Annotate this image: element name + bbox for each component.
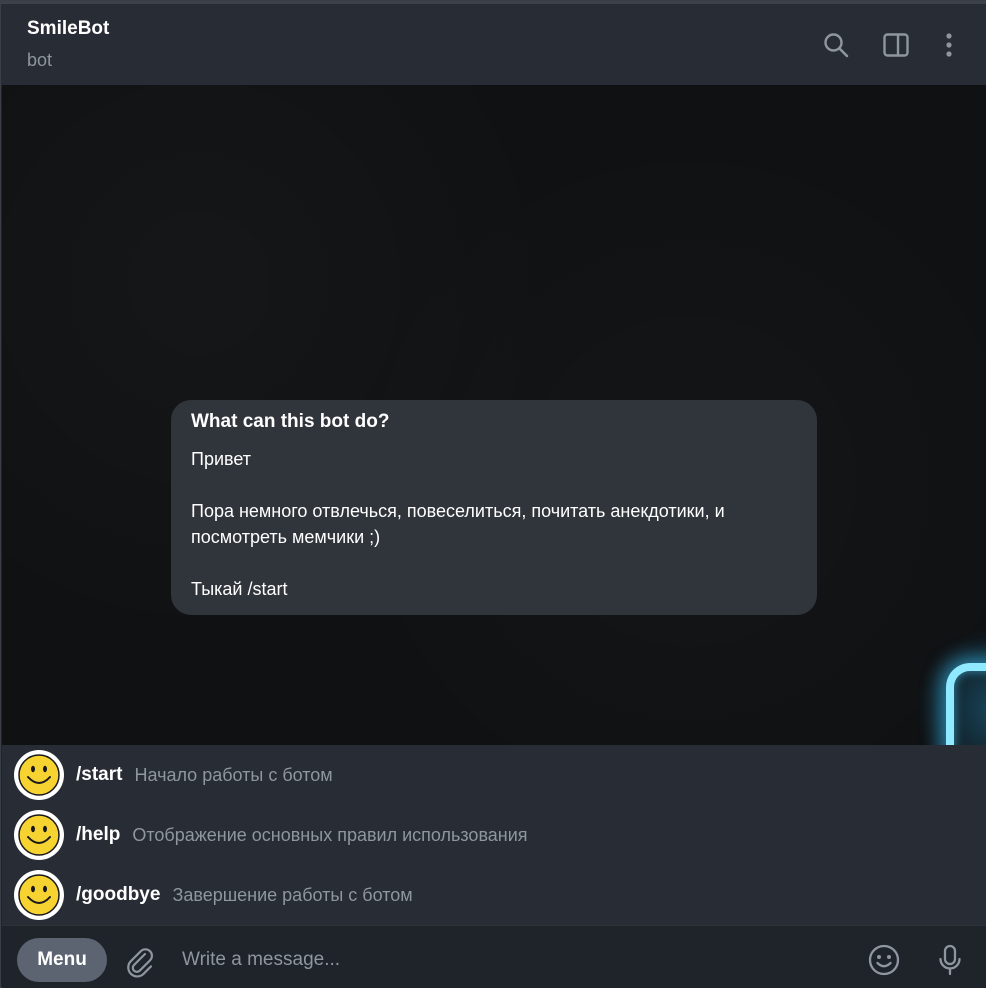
chat-subtitle: bot [27, 50, 53, 70]
bot-info-title: What can this bot do? [191, 411, 390, 432]
bot-menu-button[interactable]: Menu [17, 938, 107, 982]
background-neon-shape [946, 663, 986, 745]
smiley-icon [14, 870, 64, 920]
command-item-start[interactable]: /start Начало работы с ботом [2, 745, 986, 805]
attach-icon[interactable] [120, 942, 160, 982]
command-name: /goodbye [76, 884, 161, 905]
bot-info-bubble: What can this bot do? Привет Пора немног… [171, 400, 817, 615]
more-vertical-icon[interactable] [934, 30, 964, 60]
smiley-icon [14, 810, 64, 860]
search-icon[interactable] [821, 30, 851, 60]
chat-title[interactable]: SmileBot [27, 18, 109, 40]
smiley-icon [14, 750, 64, 800]
command-item-help[interactable]: /help Отображение основных правил исполь… [2, 805, 986, 865]
telegram-window: SmileBot bot What can this bot do? Приве… [0, 0, 986, 988]
microphone-icon[interactable] [930, 940, 970, 980]
bot-commands-list: /start Начало работы с ботом /help Отобр… [2, 745, 986, 925]
command-item-goodbye[interactable]: /goodbye Завершение работы с ботом [2, 865, 986, 925]
chat-area[interactable]: What can this bot do? Привет Пора немног… [2, 85, 986, 745]
chat-header: SmileBot bot [1, 1, 986, 85]
command-description: Завершение работы с ботом [172, 884, 413, 905]
message-input[interactable] [182, 940, 842, 980]
command-description: Отображение основных правил использовани… [132, 824, 528, 845]
command-name: /help [76, 824, 121, 845]
bot-info-text: Привет Пора немного отвлечься, повеселит… [191, 449, 725, 599]
sidebar-toggle-icon[interactable] [881, 30, 911, 60]
command-name: /start [76, 764, 123, 785]
message-composer: Menu [2, 925, 986, 988]
command-description: Начало работы с ботом [134, 764, 333, 785]
emoji-icon[interactable] [864, 940, 904, 980]
